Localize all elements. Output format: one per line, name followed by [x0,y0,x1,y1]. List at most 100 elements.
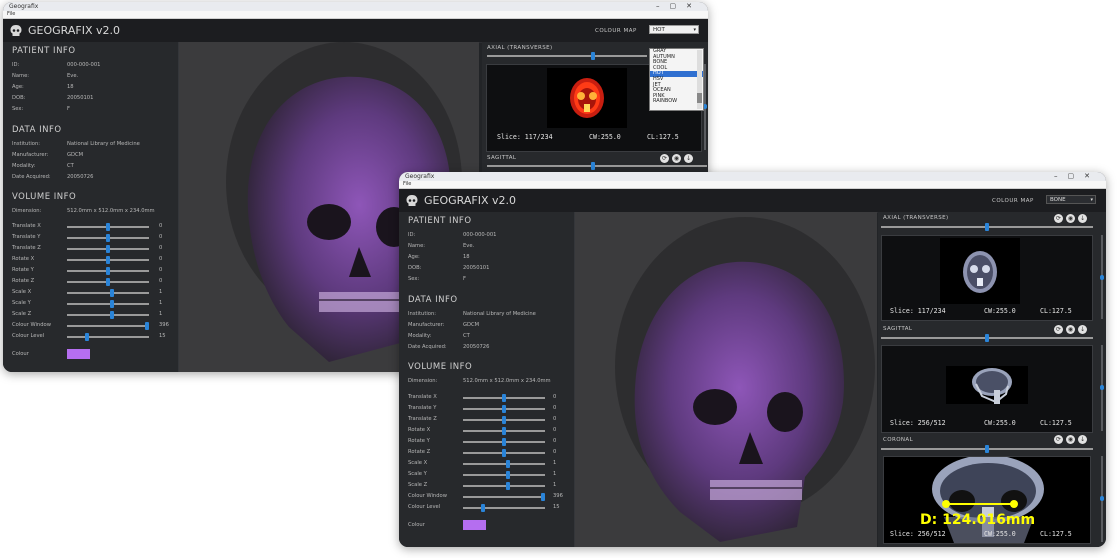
colour-window-slider[interactable] [67,322,149,330]
translate-x-slider[interactable] [67,223,149,231]
axial-scrollbar[interactable] [1100,235,1104,319]
scale-x-slider-handle[interactable] [506,460,511,468]
rotate-z-slider[interactable] [463,449,545,457]
translate-z-slider-handle[interactable] [502,416,506,424]
colour-map-select[interactable]: BONE ▾ [1046,195,1096,204]
colour-level-slider-handle[interactable] [480,504,485,512]
translate-x-value: 0 [553,394,557,400]
download-icon[interactable]: ↓ [1078,214,1087,223]
colour-level-slider[interactable] [463,504,545,512]
translate-x-slider-handle[interactable] [106,223,110,231]
menu-file[interactable]: File [399,181,1106,188]
scale-y-slider[interactable] [463,471,545,479]
reset-icon[interactable]: ⟳ [660,154,669,163]
scale-z-slider[interactable] [67,311,149,319]
coronal-scrollbar[interactable] [1100,456,1104,542]
translate-x-label: Translate X [408,394,437,400]
sagittal-slice-slider[interactable] [881,334,1093,342]
patient-id-label: ID: [408,232,416,238]
patient-name-value: Eve. [463,243,475,249]
dropdown-scrollbar[interactable] [697,50,702,109]
translate-x-slider[interactable] [463,394,545,402]
rotate-y-slider-handle[interactable] [502,438,506,446]
scale-y-slider-handle[interactable] [506,471,511,479]
rotate-x-slider[interactable] [67,256,149,264]
camera-icon[interactable]: ◉ [1066,214,1075,223]
translate-z-value: 0 [553,416,557,422]
colour-swatch[interactable] [67,349,90,359]
rotate-x-slider[interactable] [463,427,545,435]
axial-slice-slider[interactable] [881,223,1093,231]
sagittal-scrollbar[interactable] [1100,345,1104,431]
rotate-x-slider-handle[interactable] [502,427,506,435]
scale-z-slider-handle[interactable] [110,311,115,319]
modality-label: Modality: [12,163,36,169]
sagittal-slice-slider[interactable] [487,162,707,170]
data-info-heading: DATA INFO [408,295,458,305]
rotate-y-slider[interactable] [463,438,545,446]
colour-window-slider-handle[interactable] [540,493,545,501]
scale-z-slider-handle[interactable] [506,482,511,490]
window-title: Geografix [9,3,39,10]
patient-name-label: Name: [408,243,426,249]
coronal-view-title: CORONAL [883,437,914,443]
download-icon[interactable]: ↓ [1078,325,1087,334]
scale-y-value: 1 [553,471,557,477]
scale-x-slider[interactable] [67,289,149,297]
camera-icon[interactable]: ◉ [1066,435,1075,444]
colour-level-slider[interactable] [67,333,149,341]
scale-z-slider[interactable] [463,482,545,490]
3d-render-viewport[interactable] [575,212,877,547]
rotate-x-slider-handle[interactable] [106,256,110,264]
colour-level-slider-handle[interactable] [84,333,89,341]
scale-z-value: 1 [553,482,557,488]
colour-swatch[interactable] [463,520,486,530]
translate-y-slider-handle[interactable] [106,234,110,242]
option-rainbow[interactable]: RAINBOW [650,99,703,105]
reset-icon[interactable]: ⟳ [1054,325,1063,334]
rotate-z-slider-handle[interactable] [502,449,506,457]
reset-icon[interactable]: ⟳ [1054,435,1063,444]
patient-info-heading: PATIENT INFO [12,46,76,56]
translate-z-slider[interactable] [67,245,149,253]
colour-window-slider-handle[interactable] [144,322,149,330]
camera-icon[interactable]: ◉ [672,154,681,163]
camera-icon[interactable]: ◉ [1066,325,1075,334]
download-icon[interactable]: ↓ [684,154,693,163]
rotate-y-slider-handle[interactable] [106,267,110,275]
translate-x-slider-handle[interactable] [502,394,506,402]
rotate-y-slider[interactable] [67,267,149,275]
colour-map-select[interactable]: HOT ▾ [649,25,699,34]
window-controls[interactable]: –▢✕ [1054,172,1100,181]
menu-file[interactable]: File [3,11,708,18]
window-controls[interactable]: –▢✕ [656,2,702,11]
scale-y-slider-handle[interactable] [110,300,115,308]
modality-value: CT [463,333,470,339]
translate-y-slider[interactable] [67,234,149,242]
download-icon[interactable]: ↓ [1078,435,1087,444]
scale-x-slider[interactable] [463,460,545,468]
colour-window-slider[interactable] [463,493,545,501]
reset-icon[interactable]: ⟳ [1054,214,1063,223]
scale-x-slider-handle[interactable] [110,289,115,297]
coronal-slice-slider[interactable] [881,445,1093,453]
axial-slice-slider[interactable] [487,52,647,60]
modality-value: CT [67,163,74,169]
translate-z-slider-handle[interactable] [106,245,110,253]
rotate-z-slider[interactable] [67,278,149,286]
menu-bar: File [399,181,1106,189]
axial-cw-readout: CW:255.0 [984,307,1016,315]
coronal-view[interactable]: D: 124.016mm Slice: 256/512 CW:255.0 CL:… [883,456,1091,544]
rotate-z-slider-handle[interactable] [106,278,110,286]
translate-y-slider[interactable] [463,405,545,413]
colour-map-dropdown[interactable]: GRAY AUTUMN BONE COOL HOT HSV JET OCEAN … [649,48,704,111]
translate-z-slider[interactable] [463,416,545,424]
scale-y-slider[interactable] [67,300,149,308]
translate-y-slider-handle[interactable] [502,405,506,413]
axial-scrollbar[interactable] [703,64,707,150]
translate-y-value: 0 [553,405,557,411]
brand: GEOGRAFIX v2.0 [405,193,516,208]
axial-view[interactable]: Slice: 117/234 CW:255.0 CL:127.5 [881,235,1093,321]
sagittal-view[interactable]: Slice: 256/512 CW:255.0 CL:127.5 [881,345,1093,433]
app-window-front: Geografix –▢✕ File GEOGRAFIX v2.0 COLOUR… [399,172,1106,547]
